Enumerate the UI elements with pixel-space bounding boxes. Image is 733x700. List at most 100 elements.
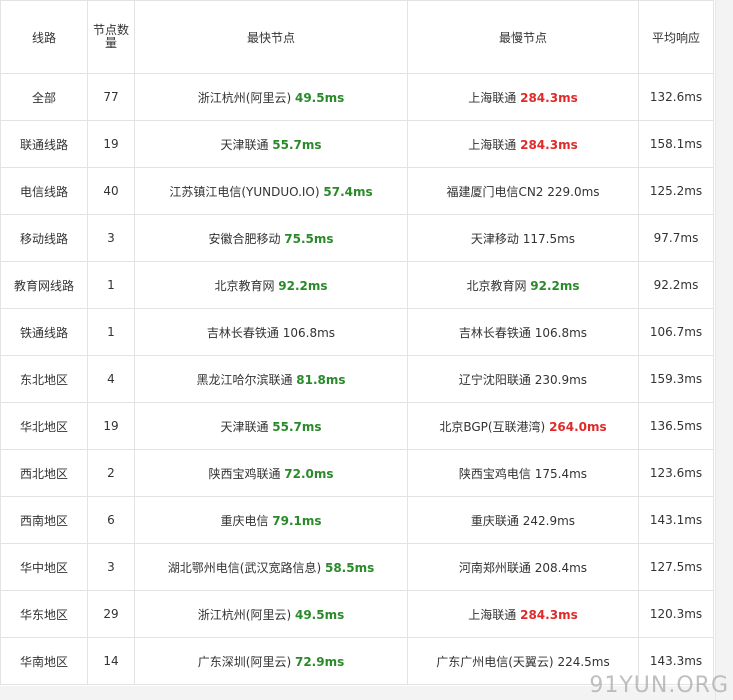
table-row: 华东地区 29 浙江杭州(阿里云) 49.5ms 上海联通 284.3ms 120.3m…	[0, 590, 714, 638]
fastest-node-name: 安徽合肥移动	[208, 231, 281, 246]
slowest-node-name: 重庆联通	[470, 513, 519, 528]
table-row: 移动线路 3 安徽合肥移动 75.5ms 天津移动 117.5ms 97.7ms	[0, 214, 714, 262]
slowest-node-name: 广东广州电信(天翼云)	[436, 654, 554, 669]
header-node-count-label: 节点数量	[92, 23, 129, 50]
avg-response-cell: 97.7ms	[638, 214, 714, 262]
speed-summary-table: 线路 节点数量 最快节点 最慢节点 平均响应 全部 77 浙江杭州(阿里云) 49.…	[0, 0, 714, 685]
table-header-row: 线路 节点数量 最快节点 最慢节点 平均响应	[0, 0, 714, 74]
table-row: 教育网线路 1 北京教育网 92.2ms 北京教育网 92.2ms 92.2ms	[0, 261, 714, 309]
slowest-node-name: 河南郑州联通	[458, 560, 531, 575]
node-count-cell: 1	[87, 308, 135, 356]
slowest-node-name: 北京教育网	[466, 278, 527, 293]
route-cell: 华南地区	[0, 637, 88, 685]
table-row: 全部 77 浙江杭州(阿里云) 49.5ms 上海联通 284.3ms 132.6ms	[0, 73, 714, 121]
fastest-node-cell: 广东深圳(阿里云) 72.9ms	[134, 637, 408, 685]
slowest-node-name: 陕西宝鸡电信	[458, 466, 531, 481]
slowest-node-latency: 208.4ms	[534, 560, 588, 575]
node-count-cell: 1	[87, 261, 135, 309]
slowest-node-cell: 天津移动 117.5ms	[407, 214, 639, 262]
slowest-node-cell: 上海联通 284.3ms	[407, 120, 639, 168]
slowest-node-cell: 福建厦门电信CN2 229.0ms	[407, 167, 639, 215]
route-cell: 联通线路	[0, 120, 88, 168]
fastest-node-latency: 75.5ms	[284, 231, 334, 246]
route-cell: 铁通线路	[0, 308, 88, 356]
fastest-node-name: 湖北鄂州电信(武汉宽路信息)	[167, 560, 322, 575]
fastest-node-latency: 79.1ms	[272, 513, 322, 528]
slowest-node-name: 上海联通	[468, 607, 517, 622]
fastest-node-cell: 浙江杭州(阿里云) 49.5ms	[134, 73, 408, 121]
header-avg: 平均响应	[638, 0, 714, 74]
fastest-node-latency: 57.4ms	[323, 184, 373, 199]
header-node-count: 节点数量	[87, 0, 135, 74]
fastest-node-latency: 106.8ms	[282, 325, 336, 340]
fastest-node-latency: 55.7ms	[272, 419, 322, 434]
fastest-node-name: 北京教育网	[214, 278, 275, 293]
slowest-node-latency: 230.9ms	[534, 372, 588, 387]
route-cell: 教育网线路	[0, 261, 88, 309]
slowest-node-latency: 106.8ms	[534, 325, 588, 340]
avg-response-cell: 136.5ms	[638, 402, 714, 450]
slowest-node-latency: 224.5ms	[557, 654, 610, 669]
fastest-node-cell: 安徽合肥移动 75.5ms	[134, 214, 408, 262]
header-fastest: 最快节点	[134, 0, 408, 74]
avg-response-cell: 123.6ms	[638, 449, 714, 497]
node-count-cell: 19	[87, 120, 135, 168]
fastest-node-name: 广东深圳(阿里云)	[197, 654, 292, 669]
route-cell: 华中地区	[0, 543, 88, 591]
fastest-node-cell: 湖北鄂州电信(武汉宽路信息) 58.5ms	[134, 543, 408, 591]
slowest-node-latency: 284.3ms	[520, 607, 578, 622]
fastest-node-latency: 72.9ms	[294, 654, 345, 669]
route-cell: 华北地区	[0, 402, 88, 450]
avg-response-cell: 132.6ms	[638, 73, 714, 121]
watermark: 91YUN.ORG	[589, 673, 729, 698]
table-row: 电信线路 40 江苏镇江电信(YUNDUO.IO) 57.4ms 福建厦门电信CN2 …	[0, 167, 714, 215]
fastest-node-name: 浙江杭州(阿里云)	[197, 607, 292, 622]
slowest-node-name: 福建厦门电信CN2	[446, 184, 544, 199]
node-count-cell: 6	[87, 496, 135, 544]
fastest-node-name: 天津联通	[220, 137, 269, 152]
slowest-node-cell: 吉林长春铁通 106.8ms	[407, 308, 639, 356]
table-row: 东北地区 4 黑龙江哈尔滨联通 81.8ms 辽宁沈阳联通 230.9ms 159.3m…	[0, 355, 714, 403]
slowest-node-latency: 264.0ms	[549, 419, 607, 434]
node-count-cell: 77	[87, 73, 135, 121]
route-cell: 西北地区	[0, 449, 88, 497]
fastest-node-name: 重庆电信	[220, 513, 269, 528]
fastest-node-cell: 江苏镇江电信(YUNDUO.IO) 57.4ms	[134, 167, 408, 215]
fastest-node-name: 浙江杭州(阿里云)	[197, 90, 292, 105]
table-row: 华中地区 3 湖北鄂州电信(武汉宽路信息) 58.5ms 河南郑州联通 208.4ms…	[0, 543, 714, 591]
avg-response-cell: 127.5ms	[638, 543, 714, 591]
table-row: 西北地区 2 陕西宝鸡联通 72.0ms 陕西宝鸡电信 175.4ms 123.6ms	[0, 449, 714, 497]
fastest-node-name: 天津联通	[220, 419, 269, 434]
slowest-node-latency: 92.2ms	[530, 278, 580, 293]
avg-response-cell: 92.2ms	[638, 261, 714, 309]
slowest-node-name: 北京BGP(互联港湾)	[439, 419, 546, 434]
vertical-scrollbar[interactable]	[715, 0, 733, 700]
fastest-node-cell: 北京教育网 92.2ms	[134, 261, 408, 309]
fastest-node-latency: 72.0ms	[284, 466, 334, 481]
node-count-cell: 19	[87, 402, 135, 450]
fastest-node-name: 黑龙江哈尔滨联通	[196, 372, 293, 387]
slowest-node-name: 上海联通	[468, 137, 517, 152]
fastest-node-cell: 重庆电信 79.1ms	[134, 496, 408, 544]
slowest-node-name: 辽宁沈阳联通	[458, 372, 531, 387]
table-row: 华北地区 19 天津联通 55.7ms 北京BGP(互联港湾) 264.0ms 136.…	[0, 402, 714, 450]
slowest-node-name: 吉林长春铁通	[458, 325, 531, 340]
slowest-node-cell: 上海联通 284.3ms	[407, 73, 639, 121]
fastest-node-latency: 49.5ms	[294, 90, 345, 105]
fastest-node-cell: 天津联通 55.7ms	[134, 120, 408, 168]
fastest-node-latency: 92.2ms	[278, 278, 328, 293]
fastest-node-name: 江苏镇江电信(YUNDUO.IO)	[169, 184, 320, 199]
slowest-node-latency: 229.0ms	[547, 184, 600, 199]
fastest-node-latency: 49.5ms	[294, 607, 345, 622]
slowest-node-cell: 河南郑州联通 208.4ms	[407, 543, 639, 591]
avg-response-cell: 143.1ms	[638, 496, 714, 544]
slowest-node-cell: 北京教育网 92.2ms	[407, 261, 639, 309]
route-cell: 西南地区	[0, 496, 88, 544]
fastest-node-cell: 黑龙江哈尔滨联通 81.8ms	[134, 355, 408, 403]
node-count-cell: 4	[87, 355, 135, 403]
avg-response-cell: 125.2ms	[638, 167, 714, 215]
node-count-cell: 2	[87, 449, 135, 497]
fastest-node-latency: 81.8ms	[296, 372, 346, 387]
slowest-node-name: 上海联通	[468, 90, 517, 105]
fastest-node-cell: 天津联通 55.7ms	[134, 402, 408, 450]
